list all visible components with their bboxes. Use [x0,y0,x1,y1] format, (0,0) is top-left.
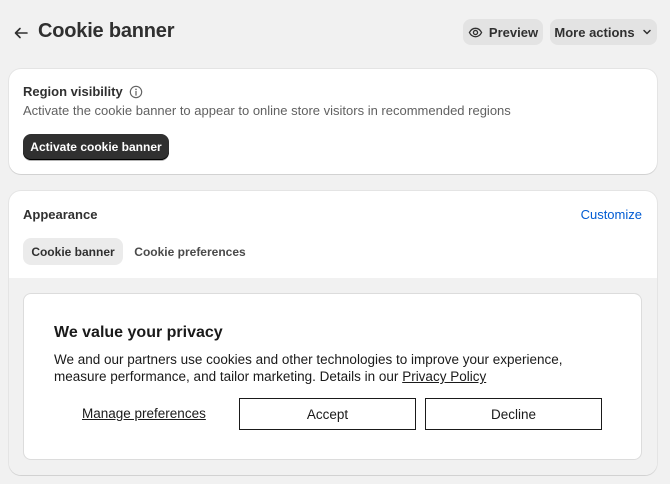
region-visibility-heading: Region visibility [23,84,143,99]
banner-title: We value your privacy [54,324,223,341]
more-actions-button[interactable]: More actions [550,19,657,45]
tab-cookie-preferences[interactable]: Cookie preferences [131,238,249,265]
manage-preferences-link[interactable]: Manage preferences [82,406,206,421]
customize-link[interactable]: Customize [581,207,642,222]
appearance-title: Appearance [23,207,98,222]
region-visibility-card: Region visibility Activate the cookie ba… [9,69,657,174]
arrow-left-icon [14,27,28,39]
banner-text-body: We and our partners use cookies and othe… [54,352,563,384]
decline-button[interactable]: Decline [425,398,602,430]
banner-text: We and our partners use cookies and othe… [54,351,574,385]
appearance-card: Appearance Customize Cookie banner Cooki… [9,191,657,475]
banner-preview-area: We value your privacy We and our partner… [9,278,657,475]
info-icon[interactable] [129,85,143,99]
cookie-banner-preview: We value your privacy We and our partner… [23,293,642,460]
region-visibility-description: Activate the cookie banner to appear to … [23,103,511,118]
page-header: Cookie banner Preview More actions [0,0,670,64]
tab-cookie-banner[interactable]: Cookie banner [23,238,123,265]
activate-cookie-banner-button[interactable]: Activate cookie banner [23,134,169,160]
region-visibility-title: Region visibility [23,84,123,99]
more-actions-label: More actions [554,24,635,40]
privacy-policy-link[interactable]: Privacy Policy [402,369,486,384]
back-button[interactable] [10,22,32,44]
accept-button[interactable]: Accept [239,398,416,430]
preview-button[interactable]: Preview [463,19,543,45]
chevron-down-icon [642,29,651,35]
page-title: Cookie banner [38,20,175,42]
preview-label: Preview [488,24,539,40]
eye-icon [468,27,483,37]
